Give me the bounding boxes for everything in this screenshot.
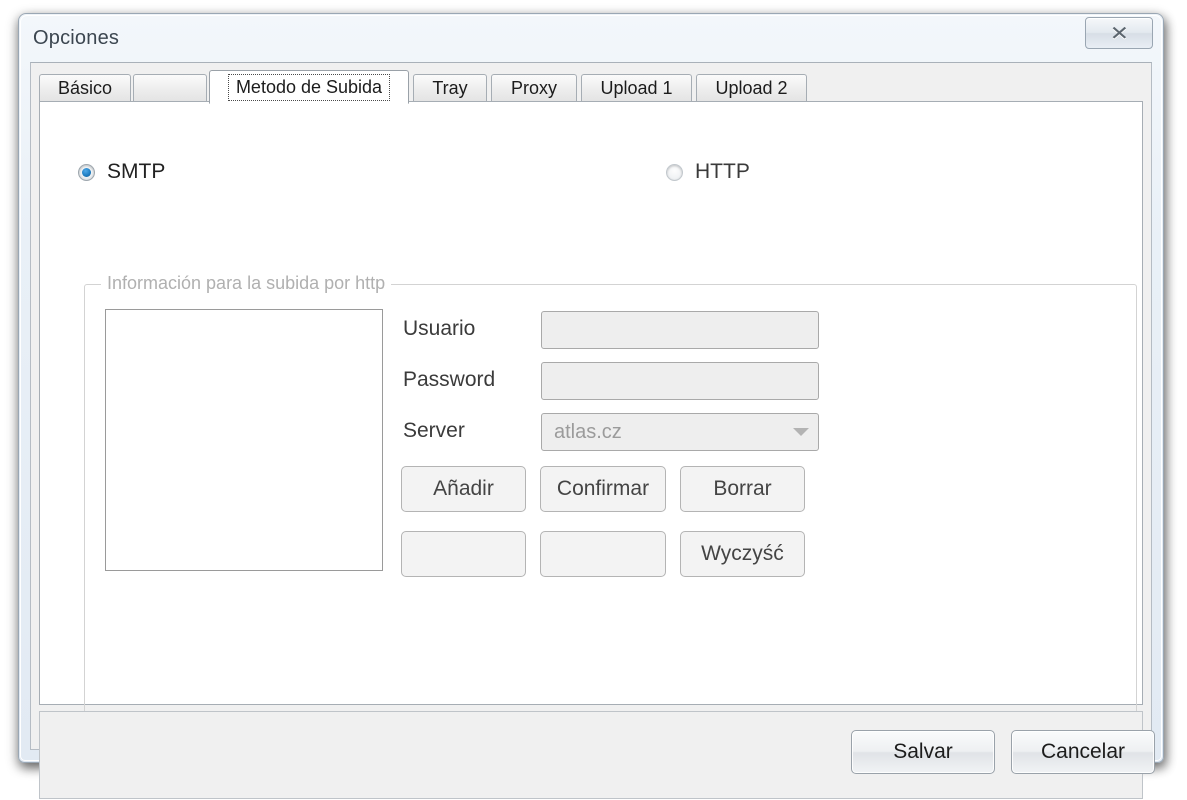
tab-upload-1[interactable]: Upload 1 [581,74,692,102]
tab-metodo-de-subida-label: Metodo de Subida [227,73,391,101]
window-title: Opciones [33,27,120,49]
usuario-label: Usuario [403,317,476,340]
dialog-footer: Salvar Cancelar [39,711,1155,799]
radio-http-indicator[interactable] [666,163,683,181]
server-select[interactable]: atlas.cz [541,413,819,451]
clear-button-label: Wyczyść [701,542,784,565]
save-button-label: Salvar [893,740,953,763]
usuario-input[interactable] [541,311,819,349]
add-button[interactable]: Añadir [401,466,526,512]
blank-button-1[interactable] [401,531,526,577]
tab-upload-2[interactable]: Upload 2 [696,74,807,102]
blank-button-2[interactable] [540,531,666,577]
tab-tray-label: Tray [432,78,468,98]
tab-upload-2-label: Upload 2 [715,78,788,98]
radio-http-label: HTTP [695,160,750,183]
radio-smtp-label: SMTP [107,160,166,183]
tab-blank[interactable] [133,74,207,102]
http-upload-groupbox-title: Información para la subida por http [101,273,392,294]
http-upload-groupbox: Información para la subida por http Usua… [84,273,1137,736]
screenshot-root: Opciones ✕ Básico Metodo de Subida Tray [0,0,1187,800]
close-icon: ✕ [1109,21,1129,45]
cancel-button[interactable]: Cancelar [1011,730,1155,774]
tab-strip: Básico Metodo de Subida Tray Proxy Uploa… [39,70,1143,104]
radio-http[interactable]: HTTP [666,160,750,184]
tab-basico-label: Básico [57,78,113,98]
save-button[interactable]: Salvar [851,730,995,774]
tab-page-metodo-de-subida: SMTP HTTP Información para la subida por… [39,101,1143,736]
server-list-box[interactable] [105,309,383,571]
tab-basico[interactable]: Básico [39,74,131,102]
confirm-button[interactable]: Confirmar [540,466,666,512]
tab-proxy-label: Proxy [510,78,557,98]
chevron-down-icon [784,428,818,436]
server-select-value: atlas.cz [554,420,622,443]
radio-smtp-indicator[interactable] [78,163,95,181]
tab-tray[interactable]: Tray [413,74,487,102]
confirm-button-label: Confirmar [556,477,650,500]
password-label: Password [403,368,496,391]
tab-proxy[interactable]: Proxy [491,74,577,102]
tab-metodo-de-subida[interactable]: Metodo de Subida [209,70,409,104]
close-button[interactable]: ✕ [1085,17,1153,49]
delete-button[interactable]: Borrar [680,466,805,512]
title-bar: Opciones ✕ [19,14,1163,62]
password-input[interactable] [541,362,819,400]
clear-button[interactable]: Wyczyść [680,531,805,577]
delete-button-label: Borrar [713,477,772,500]
tab-upload-1-label: Upload 1 [600,78,673,98]
radio-smtp[interactable]: SMTP [78,160,165,184]
dialog-client-area: Básico Metodo de Subida Tray Proxy Uploa… [30,62,1155,799]
cancel-button-label: Cancelar [1040,740,1126,763]
add-button-label: Añadir [433,477,494,500]
options-dialog-window: Opciones ✕ Básico Metodo de Subida Tray [18,13,1164,799]
server-label: Server [403,419,465,442]
